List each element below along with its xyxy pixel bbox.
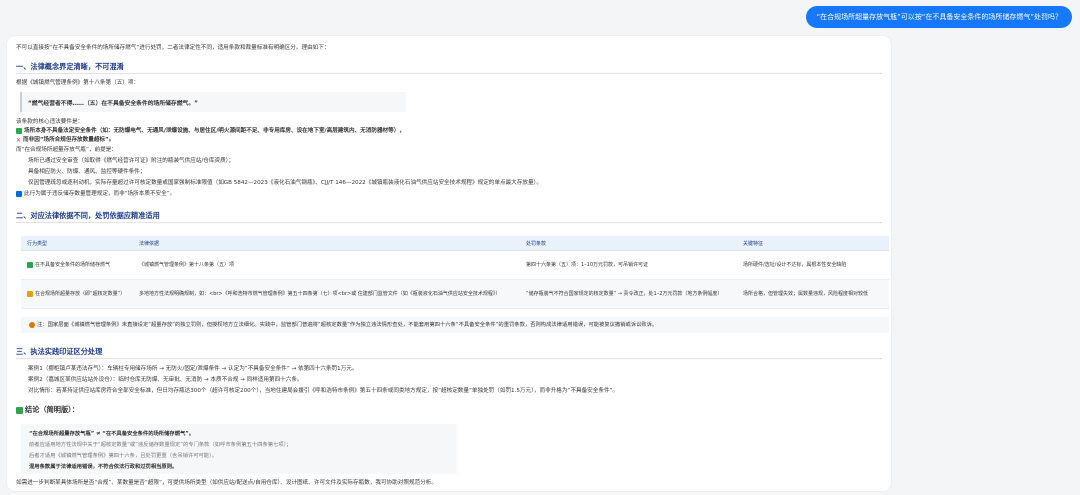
case-3: 对比情形：若某持证供应站库房符合全部安全标准，但日均存瓶达300个（超许可核定2… [28,388,619,394]
contrast-label: 而“在合规场所超量存放气瓶”，前提是： [16,147,117,153]
summary-line: “在合规场所超量存放气瓶” ≠ “在不具备安全条件的场所储存燃气”。 [29,431,195,437]
table-header: 行为类型 [21,236,133,251]
case-2: 案例2（嘉城区某供应站站外设仓）：临时仓库无防爆、无审批、无消防 → 本质不合规… [28,377,303,383]
warning-icon [27,290,33,297]
table-row: 在合规场所超量存放（即“超核定数量”） 多地地方性法规明确规制，如：<br>《呼… [21,279,889,309]
table-cell: 在不具备安全条件的场所储存燃气 [21,250,133,280]
table-cell: 多地地方性法规明确规制，如：<br>《呼和浩特市燃气管理条例》第五十四条第（七）… [133,279,520,309]
section-1-conclusion: 此行为属于违反储存数量管理规定，而非“场所本质不安全”。 [16,190,175,198]
check-icon [27,261,33,268]
check-icon [16,127,22,134]
assistant-answer-card: 不可以直接按“在不具备安全条件的场所储存燃气”进行处罚，二者法律定性不同，适用条… [7,36,891,491]
table-cell: 场所合格，但管理失效；属数量违规，风险程度相对较低 [737,279,889,309]
summary-line: 前者应适用地方性法规中关于“超核定数量”或“违反储存数量规定”的专门条款（如呼市… [29,442,292,448]
core-item-2: ✕ 而非因“场所合规但存放数量超标”。 [16,136,115,144]
check-icon [16,406,23,414]
table-cell: 第四十六条第（五）项：1–10万元罚款，可吊销许可证 [520,250,737,280]
divider [16,73,882,74]
table-header: 处罚条款 [520,236,737,251]
summary-title: 结论（简明版）： [16,405,79,415]
divider [16,358,882,359]
user-message-bubble: “在合规场所超量存放气瓶”可以按“在不具备安全条件的场所储存燃气”处罚吗？ [806,6,1072,28]
table-cell: 在合规场所超量存放（即“超核定数量”） [21,279,133,309]
section-3-title: 三、执法实践印证区分处理 [16,347,103,356]
summary-line: 混用条款属于法律适用错误，不符合依法行政和过罚相当原则。 [29,464,178,470]
summary-line: 后者才适用《城镇燃气管理条例》第四十六条，且处罚更重（含吊销许可可能）。 [29,453,218,459]
pin-icon [29,321,35,328]
table-cell: 《城镇燃气管理条例》第十八条第（五）项 [133,250,520,280]
info-icon [16,190,22,197]
core-label: 该条款的核心违法要件是： [16,119,84,125]
table-cell: 场所硬件/选址/设计不达标，属根本性安全缺陷 [737,250,889,280]
premise-2: 具备相应防火、防爆、通风、监控等硬件条件； [28,169,146,175]
followup-text: 如需进一步判断某具体场所是否“合规”、某数量是否“超限”，可提供场所类型（如供应… [16,480,437,486]
case-1: 案例1（挪柜镇卢某违法存气）：车辆柱专用储存场所 → 无防火/固定/泄爆条件 →… [28,366,358,372]
table-header-row: 行为类型 法律依据 处罚条款 关键特征 [21,236,889,251]
section-1-title: 一、法律概念界定清晰，不可混淆 [16,62,124,71]
law-quote: “燃气经营者不得……（五）在不具备安全条件的场所储存燃气。” [20,92,406,112]
table-row: 在不具备安全条件的场所储存燃气 《城镇燃气管理条例》第十八条第（五）项 第四十六… [21,250,889,280]
table-cell: “储存瓶装气不符合国家规定的核定数量” → 责令改正，处1–2万元罚款（地方条例… [520,279,737,309]
comparison-table: 行为类型 法律依据 处罚条款 关键特征 在不具备安全条件的场所储存燃气 《城镇燃… [21,236,889,309]
summary-box: “在合规场所超量存放气瓶” ≠ “在不具备安全条件的场所储存燃气”。 前者应适用… [21,424,457,474]
table-header: 关键特征 [737,236,889,251]
cross-icon: ✕ [16,136,22,144]
intro-text: 不可以直接按“在不具备安全条件的场所储存燃气”进行处罚，二者法律定性不同，适用条… [16,45,330,51]
legal-note: 注：国家层面《城镇燃气管理条例》未直接设定“超量存放”的独立罚则，但授权地方立法… [21,317,889,333]
divider [16,222,882,223]
quote-text: “燃气经营者不得……（五）在不具备安全条件的场所储存燃气。” [28,101,198,107]
core-item-1: 场所本身不具备法定安全条件（如：无防爆电气、无通风/泄爆设施、与居住区/明火源间… [16,127,405,135]
section-2-title: 二、对应法律依据不同，处罚依据应精准适用 [16,211,160,220]
table-header: 法律依据 [133,236,520,251]
law-basis: 根据《城镇燃气管理条例》第十八条第（五）项： [16,80,140,86]
premise-3: 仅因管理疏忽或逐利动机，实际存量超过许可核定数量或国家强制标准限值（如GB 58… [28,180,542,186]
premise-1: 场所已通过安全审查（如取得《燃气经营许可证》附注的瓶装气供应站/仓库资质）； [28,158,235,164]
